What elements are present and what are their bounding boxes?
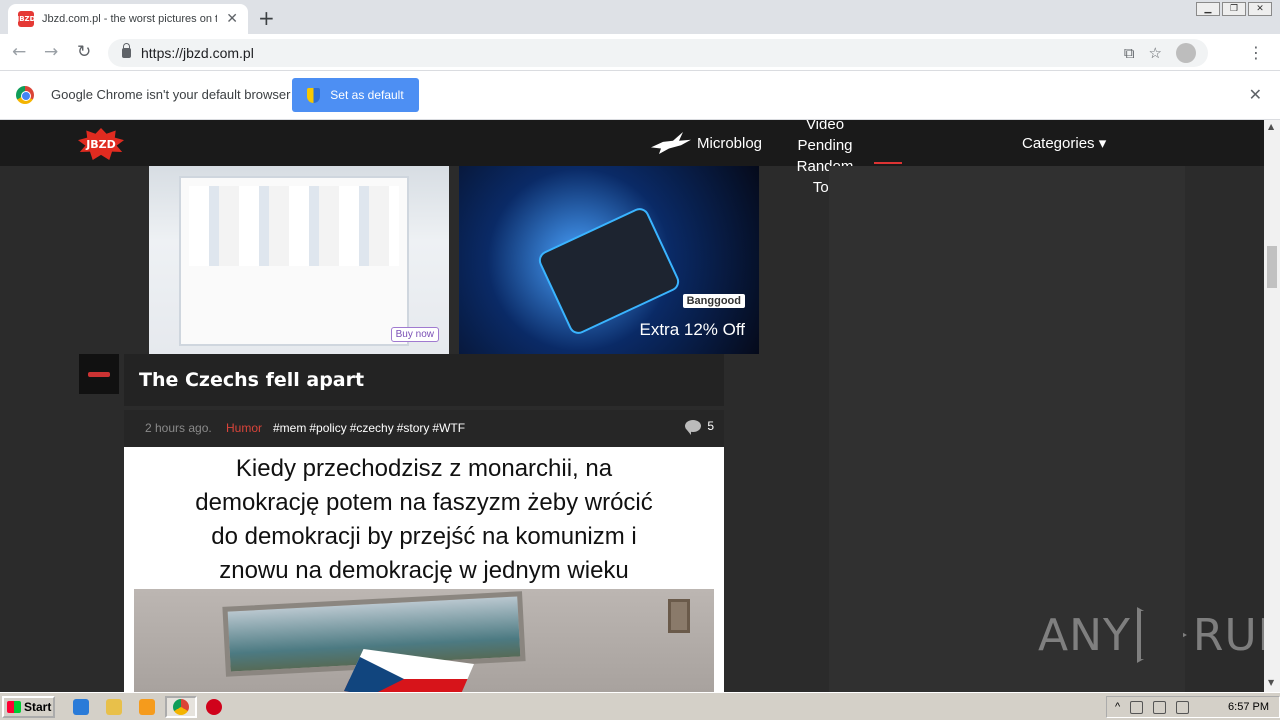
tag-link[interactable]: #story [397, 421, 430, 435]
restore-icon[interactable]: ❐ [1222, 2, 1246, 16]
ad-product-image [179, 176, 409, 346]
site-navbar: JBZD Microblog Video Pending Random Top … [0, 120, 1264, 196]
chrome-menu-icon[interactable]: ⋮ [1248, 43, 1264, 62]
new-tab-button[interactable]: + [258, 6, 275, 30]
meme-caption: Kiedy przechodzisz z monarchii, na demok… [124, 452, 724, 588]
meme-caption-line: do demokracji by przejść na komunizm i [211, 523, 637, 550]
action-center-flag-icon[interactable] [1176, 700, 1190, 714]
watermark-text-right: RUN [1192, 609, 1264, 661]
omnibox-actions: ⧉ ☆ [1124, 43, 1196, 63]
post-header: The Czechs fell apart [124, 354, 724, 406]
reload-icon[interactable]: ↻ [77, 42, 91, 62]
post-time: 2 hours ago. [145, 421, 212, 435]
browser-tab[interactable]: JBZD Jbzd.com.pl - the worst pictures on… [8, 4, 248, 34]
post-image[interactable]: Kiedy przechodzisz z monarchii, na demok… [124, 447, 724, 692]
comments-count: 5 [707, 419, 714, 433]
start-button[interactable]: Start [2, 696, 55, 718]
browser-toolbar: ← → ↻ https://jbzd.com.pl ⧉ ☆ ⋮ [0, 34, 1280, 71]
back-icon[interactable]: ← [12, 42, 26, 62]
tab-strip: JBZD Jbzd.com.pl - the worst pictures on… [0, 0, 1280, 34]
meme-caption-line: znowu na demokrację w jednym wieku [219, 557, 629, 584]
watermark-text-left: ANY [1038, 609, 1131, 661]
opera-icon[interactable] [206, 699, 222, 715]
tag-link[interactable]: #policy [309, 421, 346, 435]
meme-caption-line: Kiedy przechodzisz z monarchii, na [235, 455, 613, 482]
post-title[interactable]: The Czechs fell apart [139, 369, 364, 391]
tray-expand-icon[interactable]: ^ [1115, 701, 1120, 713]
nav-microblog[interactable]: Microblog [651, 132, 762, 154]
tab-title: Jbzd.com.pl - the worst pictures on t [42, 13, 217, 25]
ad-banner-right[interactable]: Banggood Extra 12% Off [459, 166, 759, 354]
chrome-taskbar-button[interactable] [165, 696, 197, 718]
windows-logo-icon [7, 701, 21, 713]
tag-link[interactable]: #mem [273, 421, 306, 435]
network-icon[interactable] [1130, 700, 1144, 714]
meme-caption-line: demokrację potem na faszyzm żeby wrócić [195, 489, 653, 516]
buy-now-button[interactable]: Buy now [390, 327, 439, 342]
ad-banner-left[interactable]: Buy now [149, 166, 449, 354]
scroll-up-icon[interactable]: ▲ [1268, 122, 1274, 131]
nav-active-indicator [874, 162, 902, 164]
clock[interactable]: 6:57 PM [1228, 701, 1269, 713]
comments-link[interactable]: 5 [685, 419, 714, 435]
chrome-logo-icon [16, 86, 34, 104]
site-favicon-icon: JBZD [17, 11, 35, 27]
bird-icon [651, 132, 691, 154]
default-browser-infobar: Google Chrome isn't your default browser… [0, 71, 1280, 120]
ad-offer-text: Extra 12% Off [639, 320, 745, 339]
post-category[interactable]: Humor [226, 421, 262, 435]
ad-brand-logo: Banggood [682, 294, 745, 308]
set-as-default-button[interactable]: Set as default [292, 78, 419, 112]
url-text: https://jbzd.com.pl [141, 45, 254, 61]
bookmark-star-icon[interactable]: ☆ [1149, 44, 1162, 62]
comment-bubble-icon [685, 420, 702, 435]
set-as-default-label: Set as default [330, 88, 404, 102]
chrome-icon [173, 699, 189, 715]
tag-link[interactable]: #WTF [432, 421, 465, 435]
volume-icon[interactable] [1153, 700, 1167, 714]
tab-close-icon[interactable]: ✕ [226, 11, 238, 27]
scroll-thumb[interactable] [1267, 246, 1277, 288]
shield-icon [307, 87, 321, 103]
tag-link[interactable]: #czechy [350, 421, 394, 435]
minimize-icon[interactable]: ▁ [1196, 2, 1220, 16]
infobar-message: Google Chrome isn't your default browser [51, 87, 291, 102]
address-bar[interactable]: https://jbzd.com.pl ⧉ ☆ [108, 39, 1208, 67]
site-logo[interactable]: JBZD [78, 128, 124, 160]
post-author-avatar[interactable] [79, 354, 119, 394]
window-controls: ▁ ❐ ✕ [1196, 2, 1272, 16]
anyrun-watermark: ANY RUN [1038, 607, 1264, 663]
scroll-down-icon[interactable]: ▼ [1268, 678, 1274, 687]
post-meta: 2 hours ago. Humor #mem #policy #czechy … [124, 410, 724, 447]
page-scrollbar[interactable]: ▲ ▼ [1264, 120, 1280, 692]
nav-categories-dropdown[interactable]: Categories ▾ [1022, 134, 1106, 152]
forward-icon[interactable]: → [44, 42, 58, 62]
play-icon [1136, 607, 1187, 663]
meme-photo [134, 589, 714, 692]
web-page: JBZD Microblog Video Pending Random Top … [0, 120, 1264, 692]
nav-video[interactable]: Video [786, 120, 864, 135]
ad-gpu-image [535, 204, 683, 338]
windows-taskbar: Start ^ 6:57 PM [0, 692, 1280, 720]
translate-icon[interactable]: ⧉ [1124, 44, 1135, 62]
lock-icon [122, 43, 131, 58]
nav-pending[interactable]: Pending [786, 135, 864, 156]
post-tags: #mem #policy #czechy #story #WTF [273, 421, 465, 435]
internet-explorer-icon[interactable] [73, 699, 89, 715]
start-label: Start [24, 700, 52, 714]
folder-icon[interactable] [106, 699, 122, 715]
media-player-icon[interactable] [139, 699, 155, 715]
nav-microblog-label: Microblog [697, 134, 763, 152]
system-tray: ^ 6:57 PM [1106, 696, 1280, 718]
profile-avatar[interactable] [1176, 43, 1196, 63]
infobar-close-icon[interactable]: ✕ [1249, 85, 1262, 104]
close-icon[interactable]: ✕ [1248, 2, 1272, 16]
